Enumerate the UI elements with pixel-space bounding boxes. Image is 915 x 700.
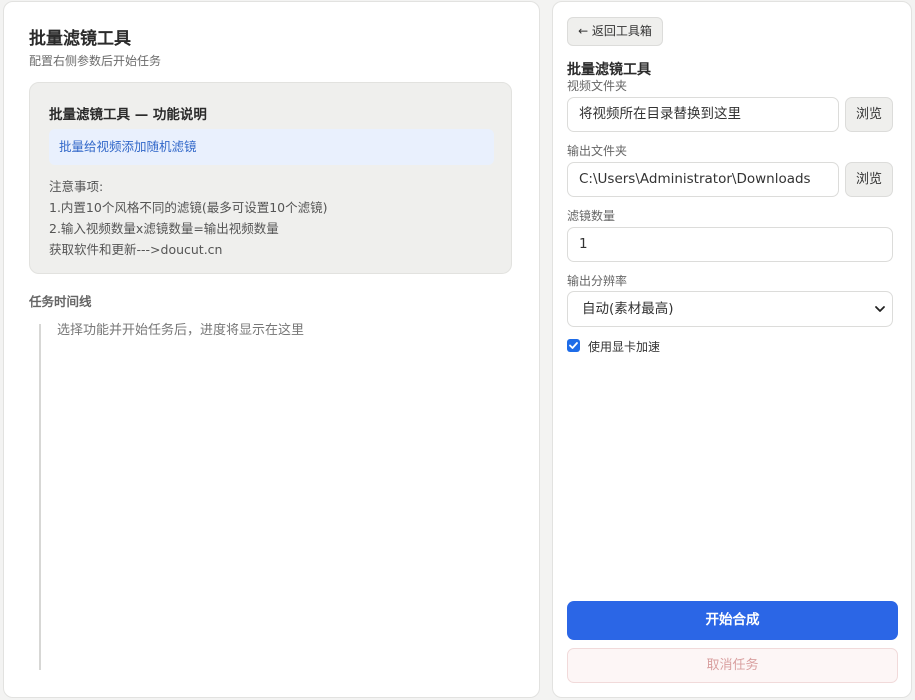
note-line: 获取软件和更新--->doucut.cn bbox=[49, 242, 223, 257]
output-folder-label: 输出文件夹 bbox=[567, 144, 628, 158]
note-heading: 注意事项: bbox=[49, 179, 104, 194]
chevron-down-icon bbox=[875, 306, 885, 312]
info-card: 批量滤镜工具 — 功能说明 批量给视频添加随机滤镜 注意事项: 1.内置10个风… bbox=[29, 82, 512, 274]
resolution-selected-value: 自动(素材最高) bbox=[582, 301, 674, 317]
info-highlight: 批量给视频添加随机滤镜 bbox=[49, 129, 494, 165]
gpu-checkbox[interactable] bbox=[567, 339, 580, 352]
note-line: 2.输入视频数量x滤镜数量=输出视频数量 bbox=[49, 221, 279, 236]
right-panel: ← 返回工具箱 批量滤镜工具 视频文件夹 将视频所在目录替换到这里 浏览 输出文… bbox=[552, 1, 912, 698]
video-folder-input[interactable]: 将视频所在目录替换到这里 bbox=[567, 97, 839, 132]
resolution-select[interactable]: 自动(素材最高) bbox=[567, 291, 893, 327]
filter-count-label: 滤镜数量 bbox=[567, 209, 616, 223]
page-title: 批量滤镜工具 bbox=[29, 29, 131, 49]
timeline-line bbox=[39, 324, 41, 670]
note-line: 1.内置10个风格不同的滤镜(最多可设置10个滤镜) bbox=[49, 200, 328, 215]
tool-title: 批量滤镜工具 bbox=[567, 62, 651, 78]
filter-count-input[interactable]: 1 bbox=[567, 227, 893, 262]
info-card-title: 批量滤镜工具 — 功能说明 bbox=[49, 107, 207, 123]
timeline-title: 任务时间线 bbox=[29, 294, 92, 309]
info-notes: 注意事项: 1.内置10个风格不同的滤镜(最多可设置10个滤镜) 2.输入视频数… bbox=[49, 176, 328, 260]
output-folder-input[interactable]: C:\Users\Administrator\Downloads bbox=[567, 162, 839, 197]
back-button[interactable]: ← 返回工具箱 bbox=[567, 17, 663, 46]
timeline-empty-text: 选择功能并开始任务后，进度将显示在这里 bbox=[57, 323, 305, 338]
left-panel: 批量滤镜工具 配置右侧参数后开始任务 批量滤镜工具 — 功能说明 批量给视频添加… bbox=[3, 1, 540, 698]
start-button[interactable]: 开始合成 bbox=[567, 601, 898, 640]
output-folder-browse-button[interactable]: 浏览 bbox=[845, 162, 893, 197]
check-icon bbox=[569, 342, 578, 349]
resolution-label: 输出分辨率 bbox=[567, 274, 628, 288]
video-folder-browse-button[interactable]: 浏览 bbox=[845, 97, 893, 132]
cancel-button[interactable]: 取消任务 bbox=[567, 648, 898, 683]
page-subtitle: 配置右侧参数后开始任务 bbox=[29, 54, 162, 68]
video-folder-label: 视频文件夹 bbox=[567, 79, 628, 93]
gpu-checkbox-label: 使用显卡加速 bbox=[588, 340, 661, 354]
